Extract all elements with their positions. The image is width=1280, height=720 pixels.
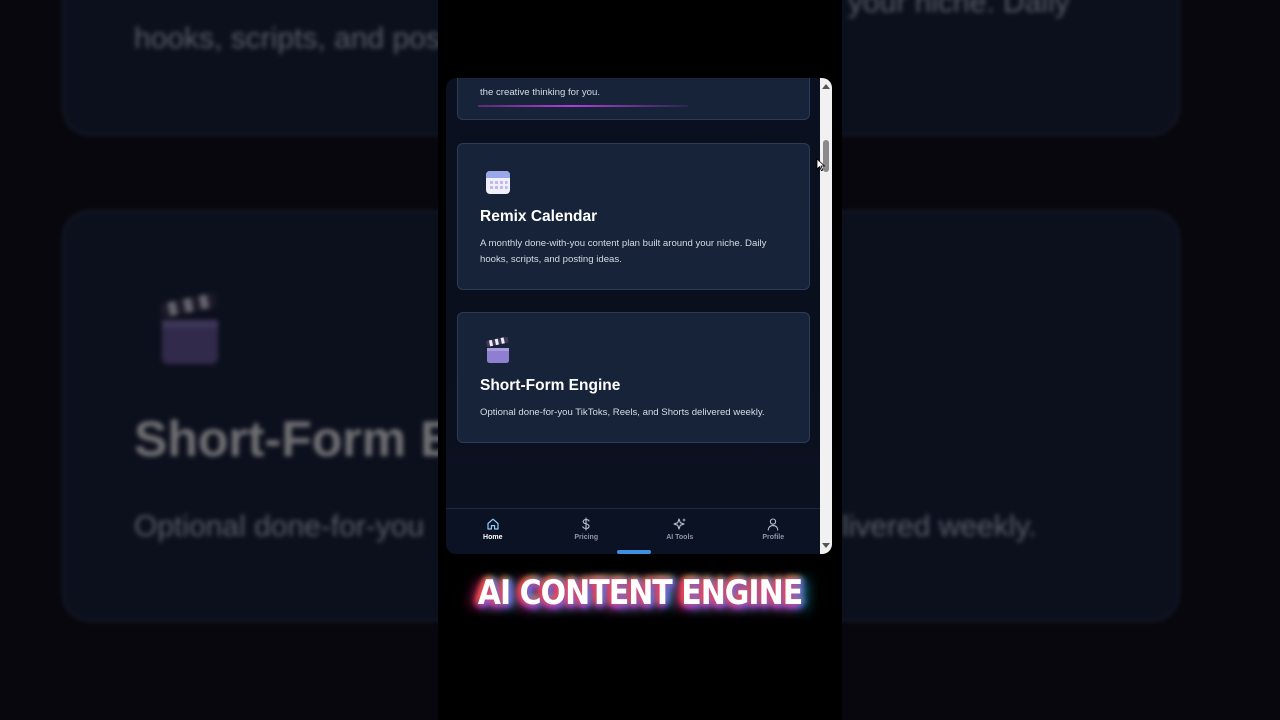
mouse-cursor-icon <box>816 158 825 171</box>
bg-desc-right: livered weekly. <box>842 510 1037 543</box>
accent-divider <box>478 105 688 107</box>
calendar-icon <box>486 171 510 194</box>
feature-card-remix-calendar[interactable]: Remix Calendar A monthly done-with-you c… <box>457 143 810 290</box>
nav-item-home[interactable]: Home <box>446 509 540 554</box>
clapperboard-icon <box>486 337 509 363</box>
card-description: Optional done-for-you TikToks, Reels, an… <box>480 407 765 418</box>
card-title: Short-Form Engine <box>480 377 621 394</box>
feature-card-short-form-engine[interactable]: Short-Form Engine Optional done-for-you … <box>457 312 810 443</box>
active-tab-indicator <box>617 550 651 554</box>
nav-label: Home <box>483 534 503 541</box>
nav-label: Profile <box>762 534 785 541</box>
sparkles-icon <box>673 518 686 530</box>
bg-text-top-right: your niche. Daily <box>848 0 1070 19</box>
home-icon <box>487 518 499 530</box>
card-description: A monthly done-with-you content plan bui… <box>480 238 767 265</box>
bg-title: Short-Form E <box>134 411 454 467</box>
video-caption: AI CONTENT ENGINE <box>477 573 803 614</box>
card-title: Remix Calendar <box>480 208 598 225</box>
bottom-nav: Home Pricing AI Tools Profile <box>446 508 820 554</box>
scroll-up-arrow-icon[interactable] <box>822 84 830 89</box>
bg-desc-left: Optional done-for-you <box>134 510 425 543</box>
phone-screen: the creative thinking for you. Remix Cal… <box>446 78 832 554</box>
scroll-down-arrow-icon[interactable] <box>822 543 830 548</box>
bg-text-top-left: hooks, scripts, and pos <box>134 22 441 55</box>
feature-card-partial: the creative thinking for you. <box>457 78 810 120</box>
nav-label: AI Tools <box>666 534 694 541</box>
content-scroll-area[interactable]: the creative thinking for you. Remix Cal… <box>446 78 820 508</box>
nav-label: Pricing <box>574 534 599 541</box>
clapperboard-icon <box>160 293 218 364</box>
nav-item-pricing[interactable]: Pricing <box>540 509 634 554</box>
scrollbar[interactable] <box>820 78 832 554</box>
card-description: the creative thinking for you. <box>480 87 600 98</box>
user-icon <box>767 518 779 531</box>
nav-item-ai-tools[interactable]: AI Tools <box>633 509 727 554</box>
dollar-icon <box>582 517 590 531</box>
nav-item-profile[interactable]: Profile <box>727 509 821 554</box>
